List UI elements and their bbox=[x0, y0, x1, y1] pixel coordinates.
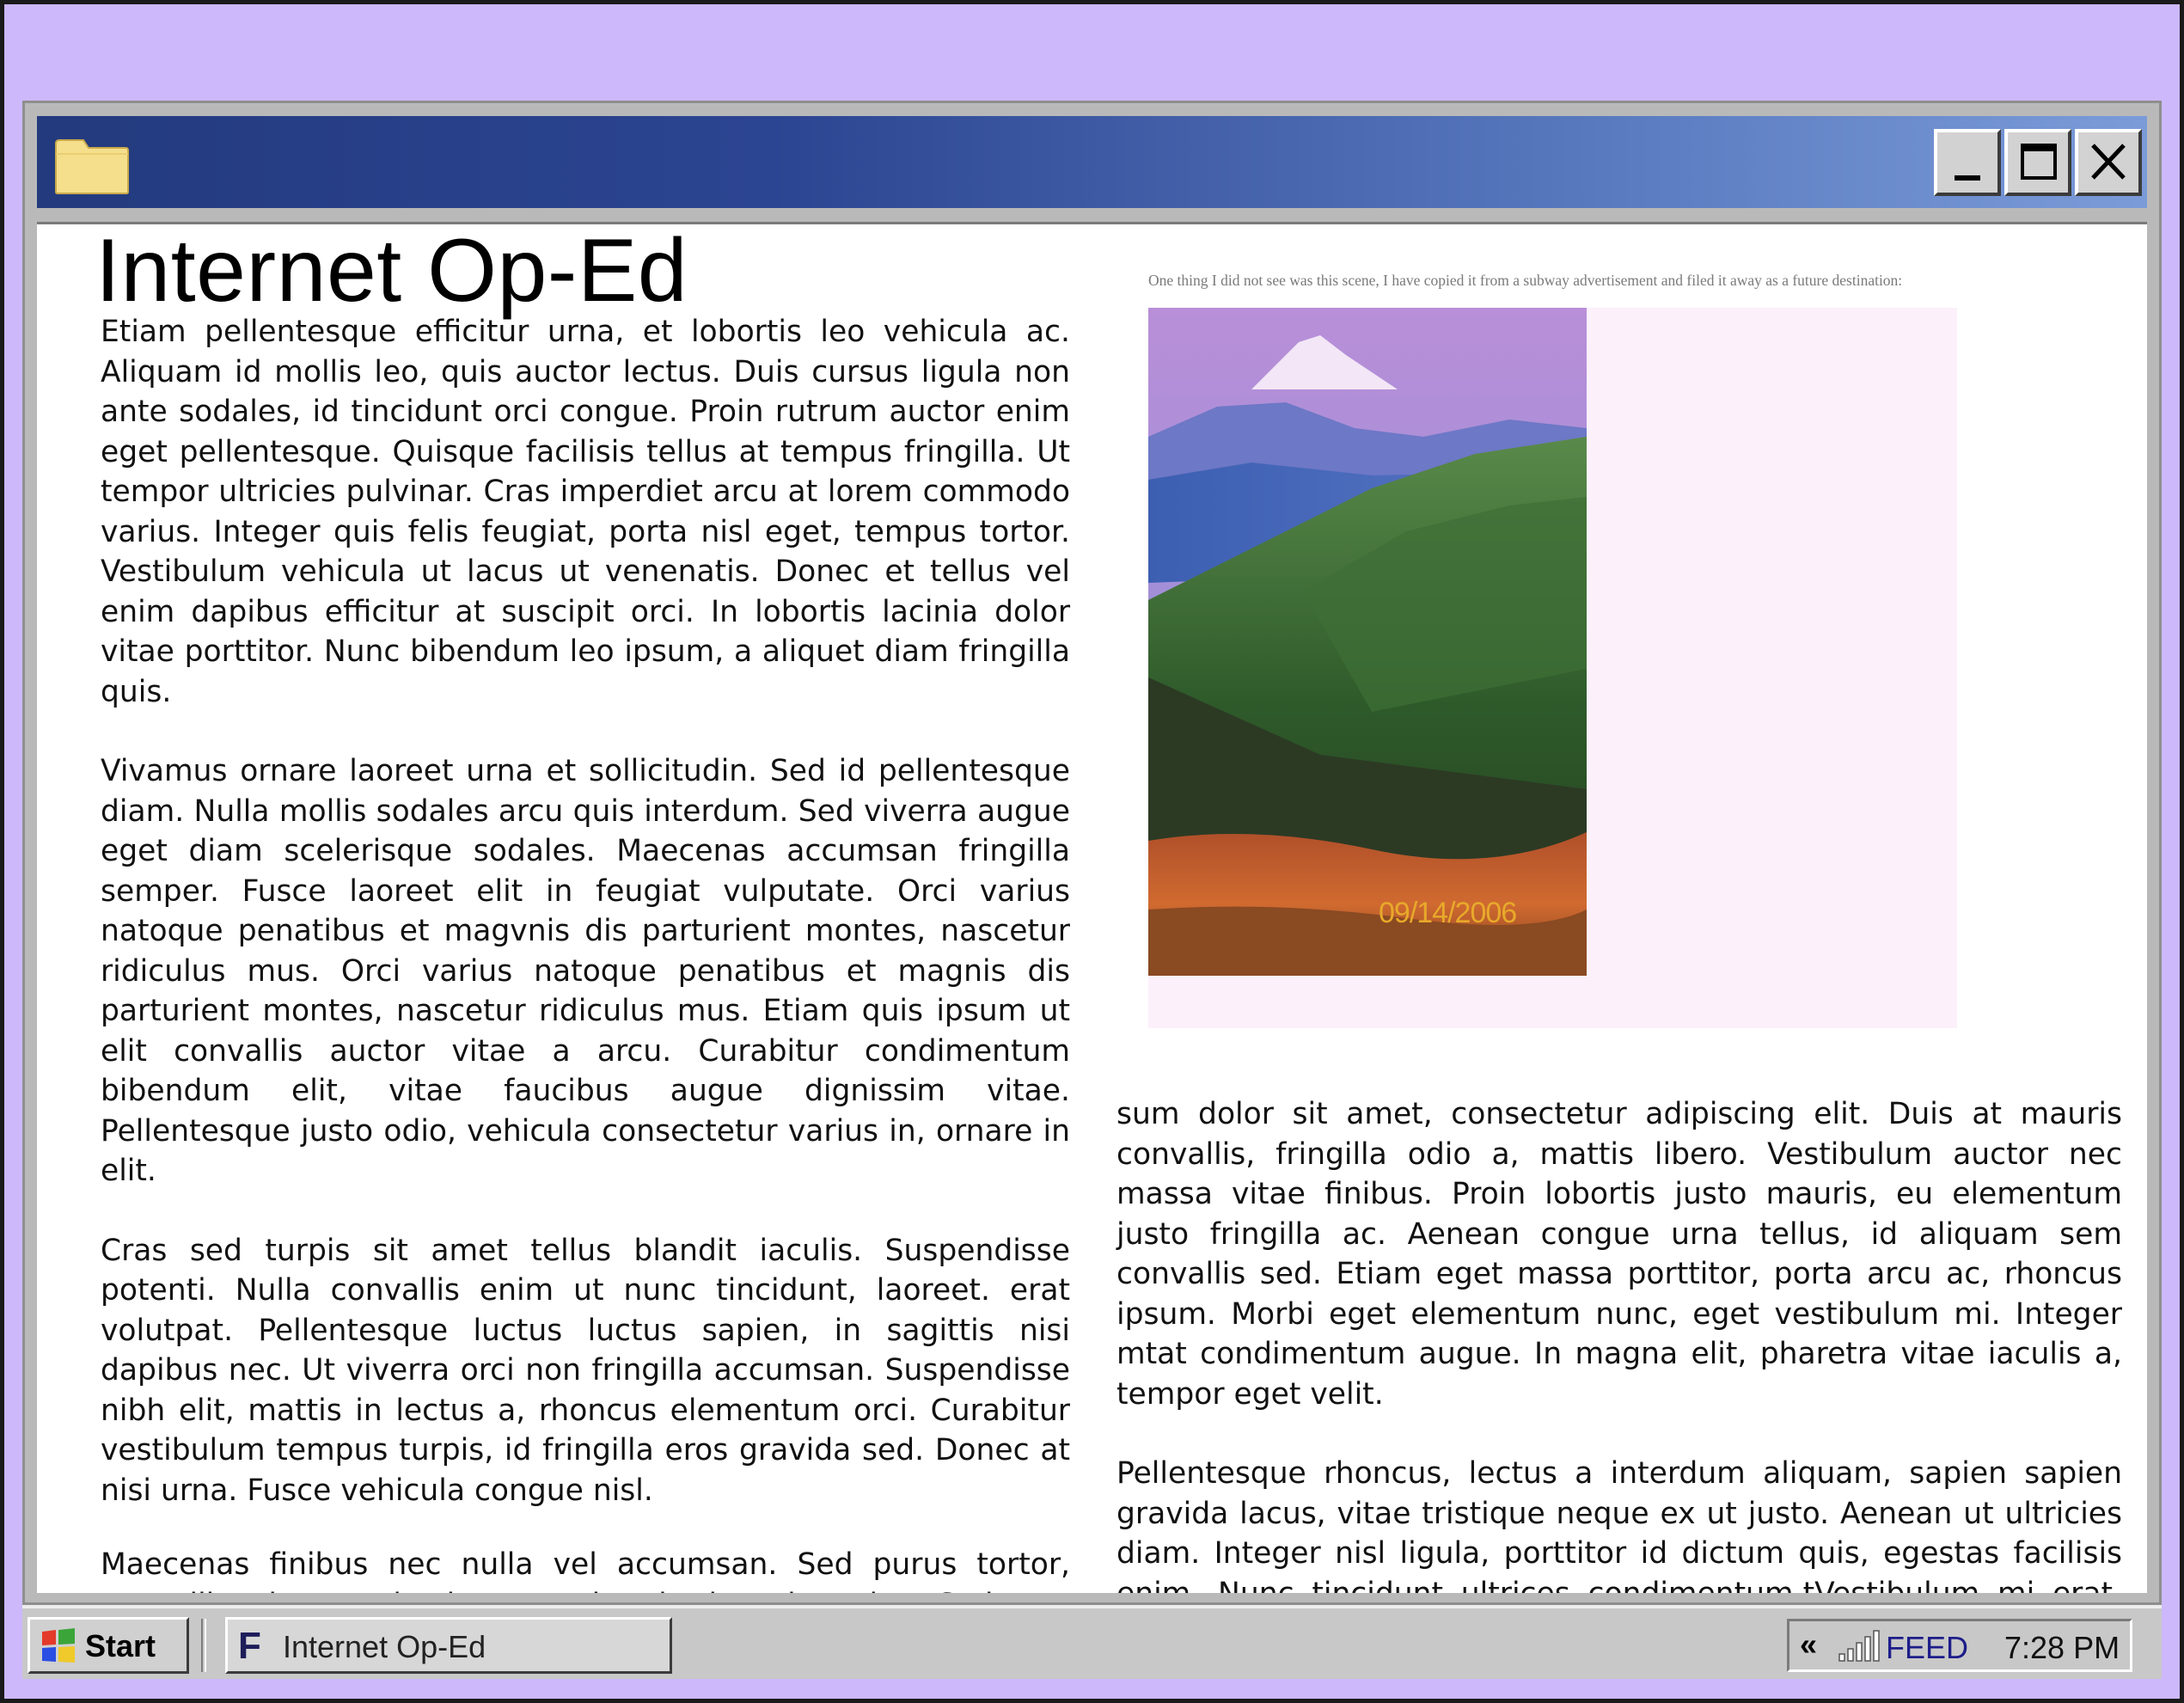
taskbar-item-label: Internet Op-Ed bbox=[283, 1629, 486, 1664]
photo-caption: One thing I did not see was this scene, … bbox=[1148, 272, 1903, 289]
photo-date-stamp: 09/14/2006 bbox=[1379, 897, 1517, 929]
maximize-button[interactable] bbox=[2004, 129, 2071, 196]
article-paragraph: sum dolor sit amet, consectetur adipisci… bbox=[1116, 1097, 2122, 1412]
article-paragraph: Etiam pellentesque efficitur urna, et lo… bbox=[101, 315, 1070, 709]
feed-indicator[interactable]: FEED bbox=[1886, 1630, 1968, 1666]
clock: 7:28 PM bbox=[2004, 1630, 2120, 1665]
mountain-scene-image bbox=[1148, 308, 1587, 976]
close-icon bbox=[2091, 144, 2126, 180]
minimize-icon bbox=[1955, 175, 1980, 181]
start-label: Start bbox=[85, 1628, 156, 1663]
title-bar[interactable] bbox=[37, 116, 2147, 208]
article-paragraph: Maecenas finibus nec nulla vel accumsan.… bbox=[101, 1547, 1070, 1593]
article-headline: Internet Op-Ed bbox=[95, 222, 688, 321]
system-tray: « FEED 7:28 PM bbox=[1787, 1619, 2132, 1672]
article-paragraph: Cras sed turpis sit amet tellus blandit … bbox=[101, 1233, 1070, 1508]
article-left-column: Etiam pellentesque efficitur urna, et lo… bbox=[101, 312, 1070, 1593]
taskbar: Start F Internet Op-Ed « FEED 7:28 PM bbox=[22, 1605, 2162, 1679]
folder-icon bbox=[55, 139, 129, 194]
tray-expand-icon[interactable]: « bbox=[1800, 1626, 1817, 1663]
app-window: Internet Op-Ed Etiam pellentesque effici… bbox=[22, 101, 2162, 1605]
start-button[interactable]: Start bbox=[28, 1617, 189, 1674]
photo-figure: One thing I did not see was this scene, … bbox=[1148, 272, 1957, 1028]
taskbar-item-internet-op-ed[interactable]: F Internet Op-Ed bbox=[225, 1617, 672, 1674]
minimize-button[interactable] bbox=[1934, 129, 2001, 196]
signal-bars-icon[interactable] bbox=[1836, 1628, 1886, 1663]
app-letter-icon: F bbox=[238, 1625, 261, 1667]
article-paragraph: Pellentesque rhoncus, lectus a interdum … bbox=[1116, 1456, 2122, 1593]
article-right-column: sum dolor sit amet, consectetur adipisci… bbox=[1116, 1094, 2122, 1593]
close-button[interactable] bbox=[2075, 129, 2142, 196]
maximize-icon bbox=[2021, 144, 2057, 180]
article-paragraph: Vivamus ornare laoreet urna et sollicitu… bbox=[101, 754, 1070, 1188]
landscape-photo: 09/14/2006 bbox=[1148, 308, 1587, 976]
article-content[interactable]: Internet Op-Ed Etiam pellentesque effici… bbox=[37, 222, 2147, 1593]
taskbar-divider bbox=[201, 1619, 206, 1672]
windows-logo-icon bbox=[42, 1628, 75, 1663]
